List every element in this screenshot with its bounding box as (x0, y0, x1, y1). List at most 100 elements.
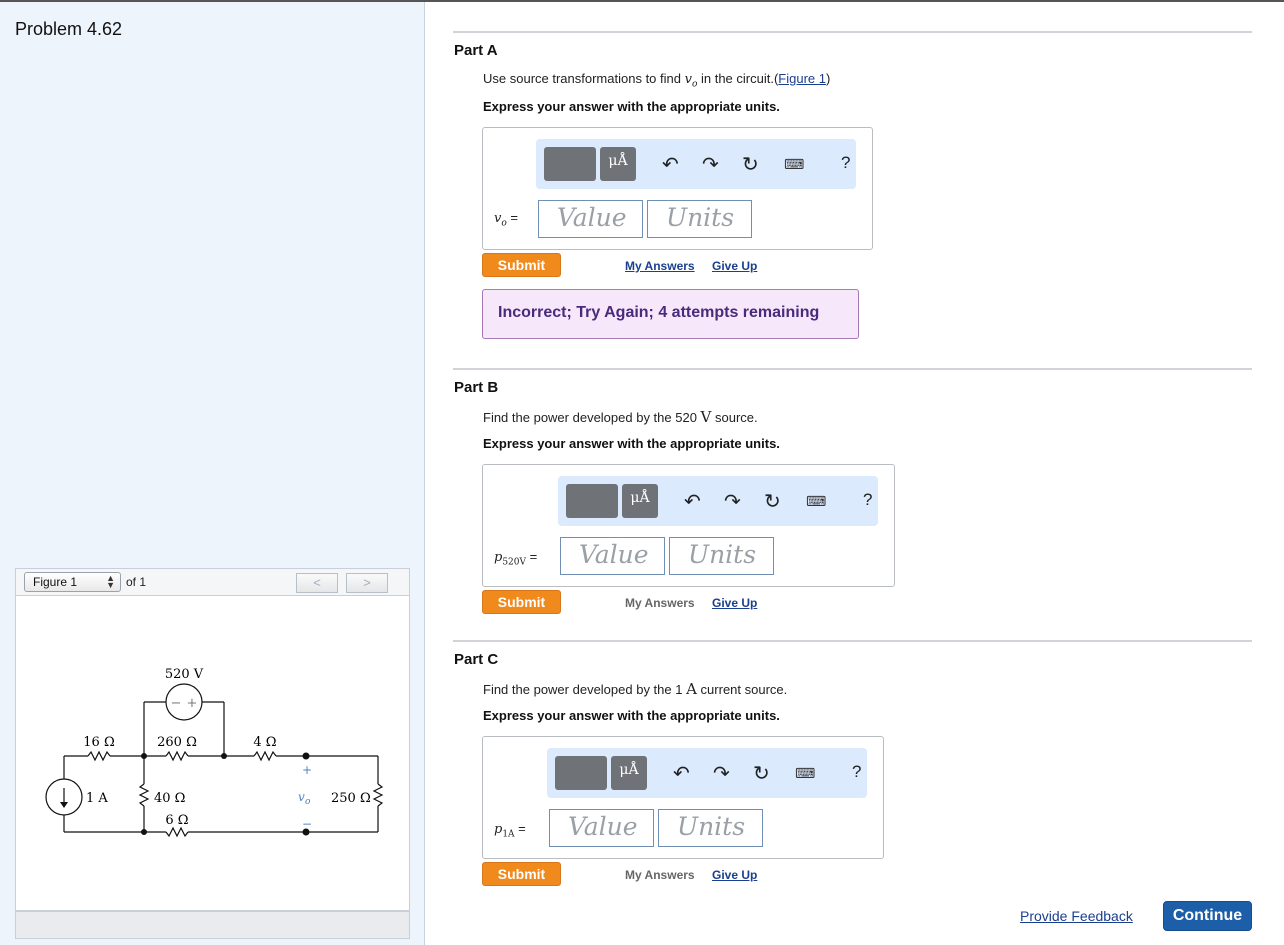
prev-figure-button[interactable]: < (296, 573, 338, 593)
my-answers-label: My Answers (625, 868, 695, 882)
part-c-prompt: Find the power developed by the 1 A curr… (483, 680, 787, 698)
continue-button[interactable]: Continue (1163, 901, 1252, 931)
figure-count: of 1 (126, 575, 147, 589)
figure-area: 520 V − + 16 Ω 260 Ω 4 Ω 1 A 40 Ω 6 Ω 25… (15, 596, 410, 911)
templates-icon[interactable] (555, 756, 607, 790)
value-input[interactable]: Value (549, 809, 654, 847)
redo-icon[interactable]: ↷ (713, 761, 730, 786)
label-sub: 520V (502, 557, 527, 568)
math-toolbar: μÅ ↶ ↷ ↻ ⌨ ? (536, 139, 856, 189)
problem-title: Problem 4.62 (15, 19, 123, 39)
minus-sign: − (171, 696, 182, 711)
figure-select[interactable]: Figure 1 ▲ ▼ (24, 572, 121, 592)
figure-footer (15, 911, 410, 939)
value-input[interactable]: Value (560, 537, 665, 575)
help-icon[interactable]: ? (841, 153, 850, 173)
give-up-link[interactable]: Give Up (712, 259, 757, 273)
math-toolbar: μÅ ↶ ↷ ↻ ⌨ ? (558, 476, 878, 526)
separator (453, 640, 1252, 642)
feedback-message: Incorrect; Try Again; 4 attempts remaini… (482, 289, 859, 339)
templates-icon[interactable] (544, 147, 596, 181)
prompt-text-2: source. (711, 410, 758, 425)
part-c-instruction: Express your answer with the appropriate… (483, 708, 780, 723)
vo-minus: − (302, 817, 312, 831)
my-answers-link[interactable]: My Answers (625, 259, 695, 273)
next-figure-button[interactable]: > (346, 573, 388, 593)
vo-plus: + (302, 763, 312, 777)
math-toolbar: μÅ ↶ ↷ ↻ ⌨ ? (547, 748, 867, 798)
prompt-text-2: in the circuit.( (697, 71, 779, 86)
left-panel: Problem 4.62 Figure 1 ▲ ▼ of 1 < > 520 V… (0, 2, 425, 945)
part-b-instruction: Express your answer with the appropriate… (483, 436, 780, 451)
submit-button[interactable]: Submit (482, 862, 561, 886)
prompt-text-2: current source. (696, 682, 788, 697)
templates-icon[interactable] (566, 484, 618, 518)
select-arrows-icon: ▲ ▼ (106, 573, 115, 590)
undo-icon[interactable]: ↶ (673, 761, 690, 786)
vo-label: v (298, 790, 305, 804)
circuit-diagram: 520 V − + 16 Ω 260 Ω 4 Ω 1 A 40 Ω 6 Ω 25… (45, 667, 384, 838)
submit-button[interactable]: Submit (482, 253, 561, 277)
units-button[interactable]: μÅ (611, 756, 647, 790)
resistor-6-label: 6 Ω (165, 813, 188, 828)
part-c-title: Part C (454, 651, 499, 668)
part-b-prompt: Find the power developed by the 520 V so… (483, 408, 758, 426)
redo-icon[interactable]: ↷ (724, 489, 741, 514)
units-input[interactable]: Units (669, 537, 774, 575)
part-a-prompt: Use source transformations to find vo in… (483, 71, 830, 90)
reset-icon[interactable]: ↻ (764, 489, 781, 514)
help-icon[interactable]: ? (863, 490, 872, 510)
units-button[interactable]: μÅ (622, 484, 658, 518)
provide-feedback-link[interactable]: Provide Feedback (1020, 908, 1133, 924)
undo-icon[interactable]: ↶ (662, 152, 679, 177)
separator (453, 31, 1252, 33)
reset-icon[interactable]: ↻ (742, 152, 759, 177)
part-a-instruction: Express your answer with the appropriate… (483, 99, 780, 114)
prompt-var: v (684, 72, 692, 87)
submit-button[interactable]: Submit (482, 590, 561, 614)
keyboard-icon[interactable]: ⌨ (795, 765, 815, 782)
label-sub: 1A (502, 829, 515, 840)
separator (453, 368, 1252, 370)
units-input[interactable]: Units (658, 809, 763, 847)
resistor-4-label: 4 Ω (253, 735, 276, 750)
label-equals: = (506, 210, 518, 225)
part-a-answer-box: μÅ ↶ ↷ ↻ ⌨ ? vo = Value Units (482, 127, 873, 250)
part-c-answer-box: μÅ ↶ ↷ ↻ ⌨ ? p1A = Value Units (482, 736, 884, 859)
answer-label: p520V = (494, 549, 537, 568)
give-up-link[interactable]: Give Up (712, 596, 757, 610)
part-b-title: Part B (454, 379, 499, 396)
resistor-250-label: 250 Ω (331, 791, 371, 806)
give-up-link[interactable]: Give Up (712, 868, 757, 882)
keyboard-icon[interactable]: ⌨ (806, 493, 826, 510)
plus-sign: + (187, 696, 198, 711)
prompt-text: Find the power developed by the 1 (483, 682, 687, 697)
part-a-title: Part A (454, 42, 498, 59)
prompt-text: Find the power developed by the 520 (483, 410, 701, 425)
keyboard-icon[interactable]: ⌨ (784, 156, 804, 173)
units-button[interactable]: μÅ (600, 147, 636, 181)
redo-icon[interactable]: ↷ (702, 152, 719, 177)
prompt-unit: A (686, 680, 697, 698)
vo-sub: o (305, 797, 311, 807)
help-icon[interactable]: ? (852, 762, 861, 782)
source-voltage-label: 520 V (165, 667, 204, 682)
value-input[interactable]: Value (538, 200, 643, 238)
current-source-label: 1 A (86, 791, 108, 806)
label-equals: = (514, 821, 526, 836)
my-answers-label: My Answers (625, 596, 695, 610)
prompt-close: ) (826, 71, 831, 86)
resistor-260-label: 260 Ω (157, 735, 197, 750)
reset-icon[interactable]: ↻ (753, 761, 770, 786)
undo-icon[interactable]: ↶ (684, 489, 701, 514)
units-input[interactable]: Units (647, 200, 752, 238)
figure-select-value: Figure 1 (33, 575, 78, 589)
prompt-text: Use source transformations to find (483, 71, 685, 86)
prompt-unit: V (700, 408, 712, 426)
figure-toolbar: Figure 1 ▲ ▼ of 1 < > (15, 568, 410, 596)
resistor-16-label: 16 Ω (83, 735, 114, 750)
figure-1-link[interactable]: Figure 1 (778, 71, 826, 86)
part-b-answer-box: μÅ ↶ ↷ ↻ ⌨ ? p520V = Value Units (482, 464, 895, 587)
answer-label: p1A = (494, 821, 526, 840)
label-equals: = (526, 549, 538, 564)
